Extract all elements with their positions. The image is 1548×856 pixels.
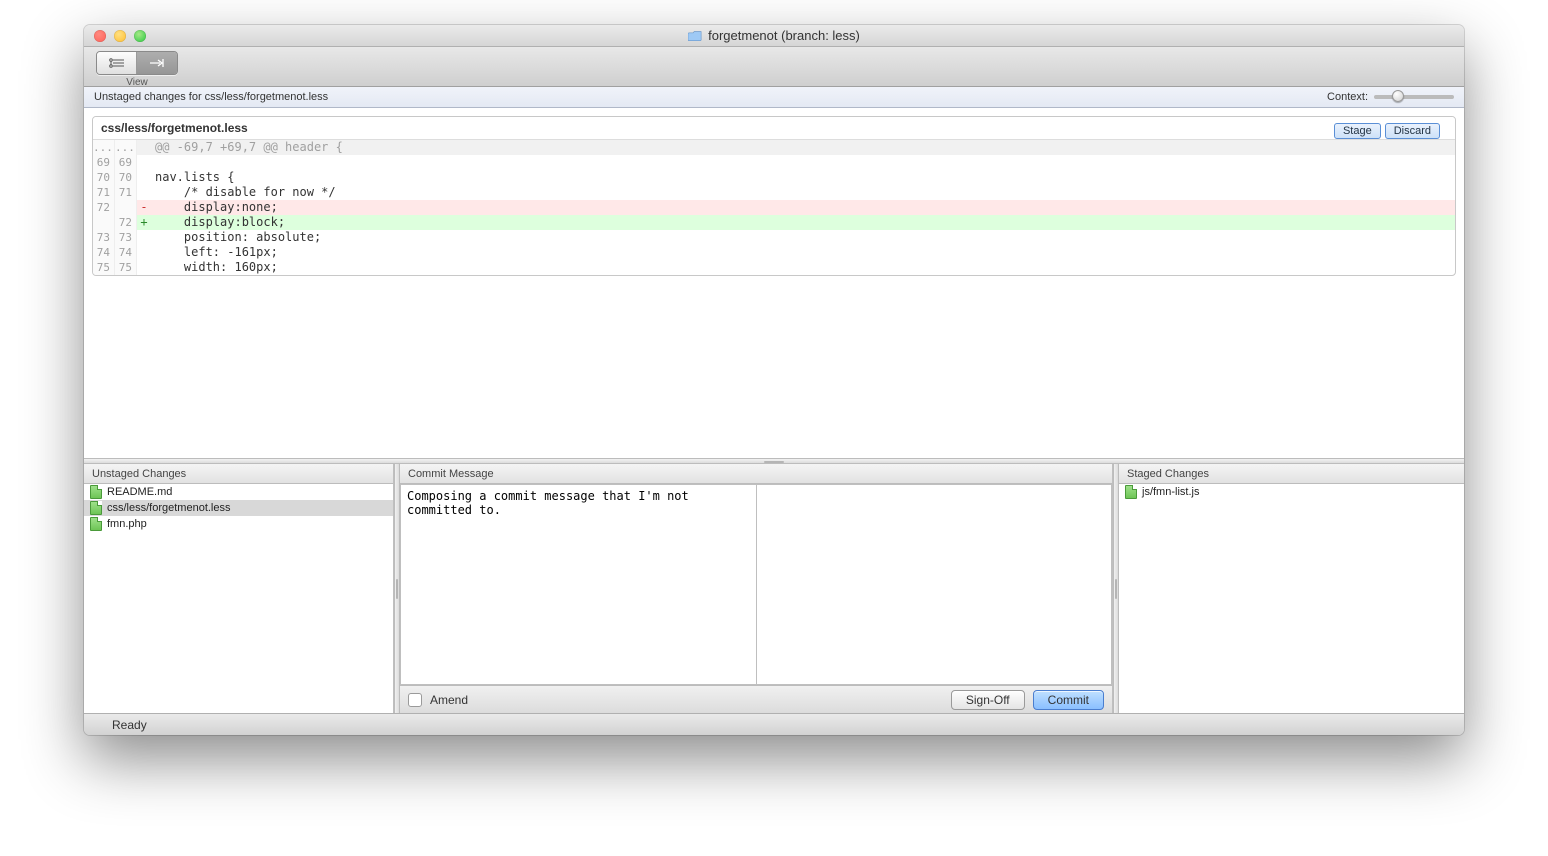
file-row[interactable]: README.md bbox=[84, 484, 393, 500]
commit-message-input[interactable] bbox=[400, 484, 757, 685]
context-slider[interactable] bbox=[1374, 95, 1454, 99]
file-row[interactable]: fmn.php bbox=[84, 516, 393, 532]
view-history-button[interactable] bbox=[97, 52, 137, 74]
diff-line[interactable]: 7474 left: -161px; bbox=[93, 245, 1455, 260]
staged-panel: Staged Changes js/fmn-list.js bbox=[1119, 464, 1464, 713]
unstaged-file-list[interactable]: README.md css/less/forgetmenot.less fmn.ph… bbox=[84, 484, 393, 713]
file-name: fmn.php bbox=[107, 518, 147, 530]
diff-hunk: ......@@ -69,7 +69,7 @@ header {69697070… bbox=[93, 140, 1455, 275]
view-commit-button[interactable] bbox=[137, 52, 177, 74]
amend-label: Amend bbox=[430, 693, 468, 707]
window-controls bbox=[94, 30, 146, 42]
zoom-icon[interactable] bbox=[134, 30, 146, 42]
diff-line[interactable]: 7070nav.lists { bbox=[93, 170, 1455, 185]
discard-button[interactable]: Discard bbox=[1385, 123, 1440, 139]
window-title-text: forgetmenot (branch: less) bbox=[708, 28, 860, 43]
diff-pane: css/less/forgetmenot.less ......@@ -69,7… bbox=[84, 108, 1464, 458]
unstaged-panel: Unstaged Changes README.md css/less/forge… bbox=[84, 464, 394, 713]
diff-box: css/less/forgetmenot.less ......@@ -69,7… bbox=[92, 116, 1456, 276]
folder-icon bbox=[688, 30, 702, 41]
staged-header: Staged Changes bbox=[1119, 464, 1464, 484]
status-text: Ready bbox=[112, 718, 147, 732]
diff-header-bar: Unstaged changes for css/less/forgetmeno… bbox=[84, 87, 1464, 108]
diff-line[interactable]: 7373 position: absolute; bbox=[93, 230, 1455, 245]
file-name: README.md bbox=[107, 486, 172, 498]
vertical-splitter-left[interactable] bbox=[394, 464, 400, 713]
view-switcher: View bbox=[96, 51, 178, 88]
stage-button[interactable]: Stage bbox=[1334, 123, 1381, 139]
diff-line[interactable]: 6969 bbox=[93, 155, 1455, 170]
diff-line[interactable]: 7171 /* disable for now */ bbox=[93, 185, 1455, 200]
diff-line[interactable]: 72+ display:block; bbox=[93, 215, 1455, 230]
sign-off-button[interactable]: Sign-Off bbox=[951, 690, 1025, 710]
diff-header-text: Unstaged changes for css/less/forgetmeno… bbox=[94, 91, 328, 103]
file-row[interactable]: css/less/forgetmenot.less bbox=[84, 500, 393, 516]
commit-action-bar: Amend Sign-Off Commit bbox=[400, 685, 1112, 713]
file-icon bbox=[90, 501, 102, 515]
context-label: Context: bbox=[1327, 91, 1368, 103]
file-name: css/less/forgetmenot.less bbox=[107, 502, 231, 514]
vertical-splitter-right[interactable] bbox=[1113, 464, 1119, 713]
context-control: Context: bbox=[1327, 91, 1454, 103]
file-icon bbox=[1125, 485, 1137, 499]
file-icon bbox=[90, 485, 102, 499]
toolbar: View bbox=[84, 47, 1464, 87]
staged-file-list[interactable]: js/fmn-list.js bbox=[1119, 484, 1464, 713]
status-bar: Ready bbox=[84, 713, 1464, 735]
unstaged-header: Unstaged Changes bbox=[84, 464, 393, 484]
lower-panels: Unstaged Changes README.md css/less/forge… bbox=[84, 464, 1464, 713]
diff-line[interactable]: 7575 width: 160px; bbox=[93, 260, 1455, 275]
diff-file-path: css/less/forgetmenot.less bbox=[93, 117, 1455, 140]
app-window: forgetmenot (branch: less) View Unstaged… bbox=[84, 25, 1464, 735]
slider-knob[interactable] bbox=[1392, 90, 1404, 102]
close-icon[interactable] bbox=[94, 30, 106, 42]
file-icon bbox=[90, 517, 102, 531]
diff-line[interactable]: 72- display:none; bbox=[93, 200, 1455, 215]
diff-line[interactable]: ......@@ -69,7 +69,7 @@ header { bbox=[93, 140, 1455, 155]
amend-checkbox[interactable] bbox=[408, 693, 422, 707]
file-name: js/fmn-list.js bbox=[1142, 486, 1199, 498]
horizontal-splitter[interactable] bbox=[84, 458, 1464, 464]
commit-panel: Commit Message Amend Sign-Off Commit bbox=[400, 464, 1113, 713]
commit-button[interactable]: Commit bbox=[1033, 690, 1104, 710]
titlebar: forgetmenot (branch: less) bbox=[84, 25, 1464, 47]
commit-message-overflow[interactable] bbox=[757, 484, 1113, 685]
file-row[interactable]: js/fmn-list.js bbox=[1119, 484, 1464, 500]
minimize-icon[interactable] bbox=[114, 30, 126, 42]
commit-header: Commit Message bbox=[400, 464, 1112, 484]
window-title: forgetmenot (branch: less) bbox=[84, 28, 1464, 43]
